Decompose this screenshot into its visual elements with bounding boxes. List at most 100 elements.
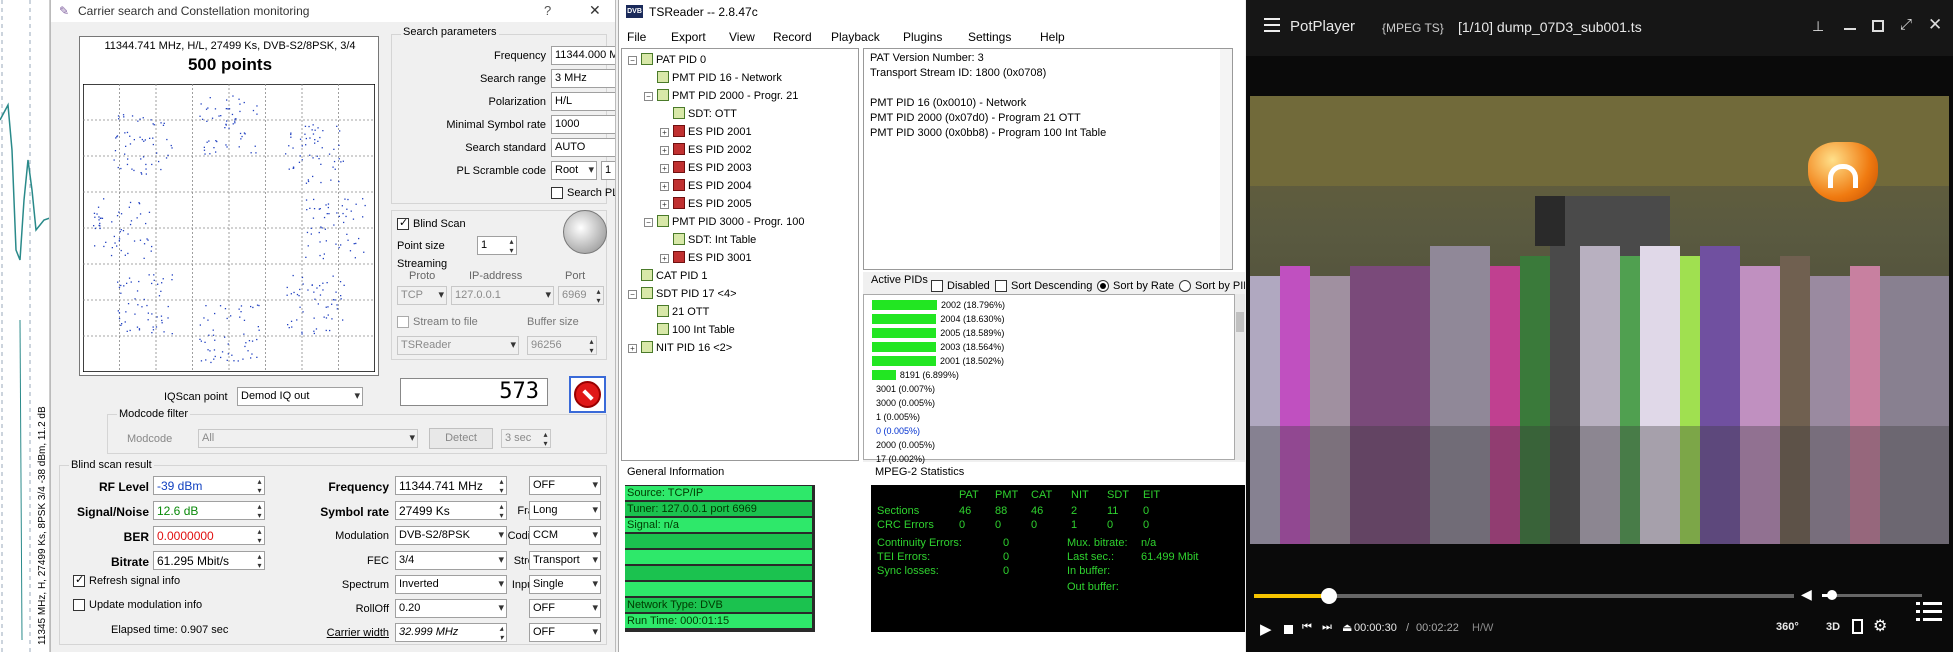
tree-item[interactable]: PMT PID 16 - Network xyxy=(644,71,782,85)
tree-item[interactable]: + ES PID 2004 xyxy=(660,179,752,193)
expand-icon[interactable]: + xyxy=(660,164,669,173)
update-modulation-checkbox[interactable] xyxy=(73,599,85,611)
menu-item-settings[interactable]: Settings xyxy=(968,30,1011,44)
menu-item-export[interactable]: Export xyxy=(671,30,706,44)
detect-interval-input[interactable]: 3 sec xyxy=(501,429,551,448)
stream-type-select[interactable]: Transport xyxy=(529,551,601,570)
tree-item[interactable]: 21 OTT xyxy=(644,305,709,319)
pid-row[interactable]: 2001 (18.502%) xyxy=(872,355,1004,367)
expand-icon[interactable]: + xyxy=(660,182,669,191)
frame-type-select[interactable]: Long xyxy=(529,501,601,520)
stop-button[interactable] xyxy=(569,376,606,413)
pid-row[interactable]: 2004 (18.630%) xyxy=(872,313,1004,325)
issyi-select[interactable]: OFF xyxy=(529,599,601,618)
volume-icon[interactable]: ◀ xyxy=(1801,586,1812,603)
expand-icon[interactable]: + xyxy=(660,128,669,137)
sort-pid-radio[interactable] xyxy=(1179,280,1191,292)
frequency-input[interactable]: 11344.000 MHz xyxy=(551,46,615,65)
detect-button[interactable]: Detect xyxy=(429,428,493,449)
pin-icon[interactable]: ⊥ xyxy=(1812,18,1824,35)
blind-scan-checkbox[interactable] xyxy=(397,216,409,230)
tree-item[interactable]: + ES PID 2001 xyxy=(660,125,752,139)
search-range-input[interactable]: 3 MHz xyxy=(551,69,615,88)
minimize-icon[interactable] xyxy=(1844,28,1856,30)
collapse-icon[interactable]: − xyxy=(644,218,653,227)
maximize-icon[interactable] xyxy=(1872,20,1884,32)
close-button[interactable]: ✕ xyxy=(589,2,601,19)
tree-item[interactable]: + ES PID 3001 xyxy=(660,251,752,265)
modcode-select[interactable]: All xyxy=(198,429,418,448)
tree-item[interactable]: − PMT PID 2000 - Progr. 21 xyxy=(644,89,798,103)
carrier-width-label[interactable]: Carrier width xyxy=(271,627,389,639)
tree-item[interactable]: − SDT PID 17 <4> xyxy=(628,287,737,301)
pid-row[interactable]: 2005 (18.589%) xyxy=(872,327,1004,339)
collapse-icon[interactable]: − xyxy=(644,92,653,101)
iqscan-select[interactable]: Demod IQ out xyxy=(237,387,363,406)
tree-item[interactable]: − PMT PID 3000 - Progr. 100 xyxy=(644,215,804,229)
video-area[interactable] xyxy=(1250,96,1949,544)
tree-item[interactable]: 100 Int Table xyxy=(644,323,735,337)
pilot-select[interactable]: OFF xyxy=(529,476,601,495)
close-icon[interactable]: ✕ xyxy=(1928,15,1942,35)
tree-item[interactable]: + NIT PID 16 <2> xyxy=(628,341,732,355)
sort-rate-radio[interactable] xyxy=(1097,280,1109,292)
menu-item-help[interactable]: Help xyxy=(1040,30,1065,44)
search-standard-select[interactable]: AUTO xyxy=(551,138,615,157)
proto-select[interactable]: TCP xyxy=(397,286,447,305)
pid-row[interactable]: 3000 (0.005%) xyxy=(872,397,935,409)
playlist-icon[interactable] xyxy=(1916,598,1942,624)
pid-row[interactable]: 17 (0.002%) xyxy=(872,453,925,465)
pid-row[interactable]: 2000 (0.005%) xyxy=(872,439,935,451)
refresh-signal-checkbox[interactable] xyxy=(73,573,85,587)
npd-select[interactable]: OFF xyxy=(529,623,601,642)
search-pls-checkbox[interactable] xyxy=(551,187,563,199)
volume-bar[interactable] xyxy=(1822,590,1922,600)
settings-icon[interactable]: ⚙ xyxy=(1873,616,1887,636)
polarization-select[interactable]: H/L xyxy=(551,92,615,111)
tree-item[interactable]: SDT: OTT xyxy=(660,107,737,121)
pid-row[interactable]: 3001 (0.007%) xyxy=(872,383,935,395)
tree-item[interactable]: CAT PID 1 xyxy=(628,269,708,283)
play-icon[interactable]: ▶ xyxy=(1260,620,1272,638)
pid-row[interactable]: 1 (0.005%) xyxy=(872,411,920,423)
disabled-checkbox[interactable] xyxy=(931,280,943,292)
pl-scramble-mode-select[interactable]: Root xyxy=(551,161,597,180)
collapse-icon[interactable]: − xyxy=(628,290,637,299)
expand-icon[interactable]: + xyxy=(628,344,637,353)
menu-item-plugins[interactable]: Plugins xyxy=(903,30,942,44)
min-symbol-rate-select[interactable]: 1000 xyxy=(551,115,615,134)
menu-icon[interactable] xyxy=(1264,18,1280,32)
prev-icon[interactable]: ⏮ xyxy=(1302,621,1312,634)
sort-descending-checkbox[interactable] xyxy=(995,280,1007,292)
stream-to-file-checkbox[interactable] xyxy=(397,316,409,328)
pid-row[interactable]: 2003 (18.564%) xyxy=(872,341,1004,353)
menu-item-record[interactable]: Record xyxy=(773,30,812,44)
tree-item[interactable]: − PAT PID 0 xyxy=(628,53,706,67)
ip-select[interactable]: 127.0.0.1 xyxy=(451,286,554,305)
eject-icon[interactable]: ⏏ xyxy=(1342,621,1352,634)
next-icon[interactable]: ⏭ xyxy=(1322,621,1332,634)
expand-icon[interactable]: + xyxy=(660,146,669,155)
coding-mode-select[interactable]: CCM xyxy=(529,526,601,545)
buffer-size-input[interactable]: 96256 xyxy=(527,336,597,355)
seek-bar[interactable] xyxy=(1254,588,1794,604)
pid-row[interactable]: 8191 (6.899%) xyxy=(872,369,959,381)
pid-row[interactable]: 2002 (18.796%) xyxy=(872,299,1005,311)
pid-row[interactable]: 0 (0.005%) xyxy=(872,425,920,437)
menu-item-view[interactable]: View xyxy=(729,30,755,44)
vr-360-button[interactable]: 360° xyxy=(1776,621,1799,633)
help-button[interactable]: ? xyxy=(544,3,551,18)
stream-target-select[interactable]: TSReader xyxy=(397,336,519,355)
tree-item[interactable]: + ES PID 2003 xyxy=(660,161,752,175)
seek-handle[interactable] xyxy=(1320,588,1337,604)
pid-scrollbar[interactable] xyxy=(1235,294,1245,460)
info-scrollbar[interactable] xyxy=(1220,49,1232,269)
tree-item[interactable]: SDT: Int Table xyxy=(660,233,756,247)
collapse-icon[interactable]: − xyxy=(628,56,637,65)
stop-icon[interactable] xyxy=(1284,625,1293,634)
menu-item-playback[interactable]: Playback xyxy=(831,30,880,44)
expand-icon[interactable]: + xyxy=(660,254,669,263)
3d-button[interactable]: 3D xyxy=(1826,621,1840,633)
pl-scramble-value-input[interactable]: 1 xyxy=(601,161,615,180)
tree-item[interactable]: + ES PID 2002 xyxy=(660,143,752,157)
